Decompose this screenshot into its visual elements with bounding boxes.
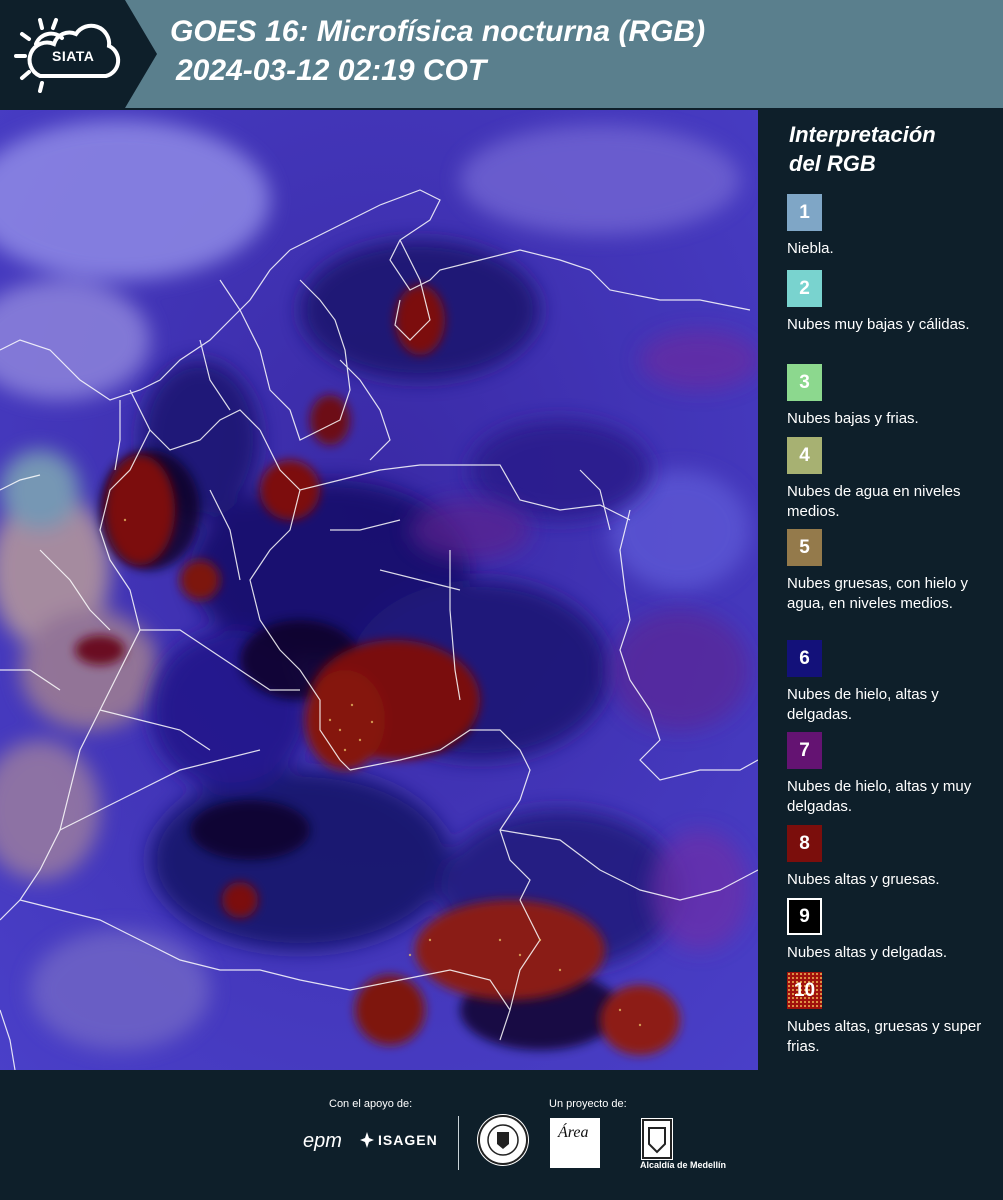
legend-title-line1: Interpretación	[789, 122, 936, 147]
legend-label: Nubes altas, gruesas y super frias.	[787, 1018, 982, 1055]
legend-item-agua-medios: 4 Nubes de agua en niveles medios.	[787, 437, 997, 522]
header-chevron	[125, 0, 157, 108]
alcaldia-shield-icon	[641, 1118, 673, 1160]
legend-swatch: 6	[787, 640, 822, 677]
legend-label: Nubes muy bajas y cálidas.	[787, 316, 970, 333]
legend-swatch: 9	[787, 898, 822, 935]
legend-label: Nubes de hielo, altas y delgadas.	[787, 686, 939, 723]
legend-swatch: 3	[787, 364, 822, 401]
page-timestamp: 2024-03-12 02:19 COT	[176, 54, 487, 87]
legend-label: Nubes de hielo, altas y muy delgadas.	[787, 778, 972, 815]
rgb-legend: Interpretación del RGB 1 Niebla. 2 Nubes…	[760, 110, 1003, 1070]
footer-divider	[458, 1116, 459, 1170]
legend-label: Nubes altas y gruesas.	[787, 871, 940, 888]
satellite-map	[0, 110, 758, 1070]
legend-item-altas-gruesas: 8 Nubes altas y gruesas.	[787, 825, 997, 890]
legend-label: Niebla.	[787, 240, 834, 257]
legend-item-super-frias: 10 Nubes altas, gruesas y super frias.	[787, 972, 997, 1057]
legend-swatch: 5	[787, 529, 822, 566]
legend-item-gruesas-hielo-agua: 5 Nubes gruesas, con hielo y agua, en ni…	[787, 529, 997, 614]
legend-swatch: 2	[787, 270, 822, 307]
legend-item-bajas-frias: 3 Nubes bajas y frias.	[787, 364, 997, 429]
alcaldia-logo-text: Alcaldía de Medellín	[640, 1160, 727, 1170]
project-label: Un proyecto de:	[549, 1098, 627, 1110]
epm-logo: epm	[303, 1130, 342, 1152]
legend-swatch: 4	[787, 437, 822, 474]
legend-item-muy-bajas: 2 Nubes muy bajas y cálidas.	[787, 270, 997, 335]
legend-item-niebla: 1 Niebla.	[787, 194, 997, 259]
satellite-image	[0, 110, 758, 1070]
legend-label: Nubes altas y delgadas.	[787, 944, 948, 961]
legend-swatch: 7	[787, 732, 822, 769]
legend-title-line2: del RGB	[789, 151, 876, 176]
legend-swatch: 1	[787, 194, 822, 231]
siata-logo-text: SIATA	[52, 48, 95, 64]
support-label: Con el apoyo de:	[329, 1098, 413, 1110]
legend-label: Nubes bajas y frias.	[787, 410, 919, 427]
isagen-logo: ISAGEN	[378, 1132, 438, 1148]
area-metropolitana-logo: Área	[550, 1118, 600, 1168]
isagen-logo-icon	[360, 1132, 374, 1148]
legend-label: Nubes de agua en niveles medios.	[787, 483, 961, 520]
legend-item-hielo-delgadas: 6 Nubes de hielo, altas y delgadas.	[787, 640, 997, 725]
legend-item-hielo-muy-delgadas: 7 Nubes de hielo, altas y muy delgadas.	[787, 732, 997, 817]
legend-swatch: 8	[787, 825, 822, 862]
header-bar: SIATA GOES 16: Microfísica nocturna (RGB…	[0, 0, 1003, 108]
legend-item-altas-delgadas: 9 Nubes altas y delgadas.	[787, 898, 997, 963]
page-title: GOES 16: Microfísica nocturna (RGB)	[170, 15, 706, 48]
legend-label: Nubes gruesas, con hielo y agua, en nive…	[787, 575, 968, 612]
legend-title: Interpretación del RGB	[789, 120, 989, 178]
footer: Con el apoyo de: Un proyecto de: epm ISA…	[0, 1070, 1003, 1200]
legend-swatch: 10	[787, 972, 822, 1009]
university-seal-icon	[477, 1114, 529, 1166]
area-logo-text: Área	[558, 1124, 589, 1141]
